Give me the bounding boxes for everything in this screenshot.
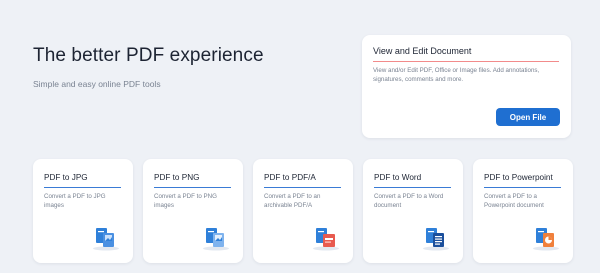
tool-card-divider	[154, 187, 231, 188]
tool-card-description: Convert a PDF to PNG images	[154, 193, 217, 209]
tool-card-title: PDF to Word	[374, 173, 422, 182]
tool-card-description: Convert a PDF to a Powerpoint document	[484, 193, 544, 209]
tool-card-title: PDF to PNG	[154, 173, 200, 182]
tool-card-title: PDF to PDF/A	[264, 173, 316, 182]
tool-card-description: Convert a PDF to JPG images	[44, 193, 106, 209]
pdf-to-png-icon	[203, 228, 229, 251]
pdf-to-pdfa-icon	[313, 228, 339, 251]
view-edit-description: View and/or Edit PDF, Office or Image fi…	[373, 67, 540, 83]
tool-card-divider	[44, 187, 121, 188]
pdf-to-jpg-icon	[93, 228, 119, 251]
hero-title: The better PDF experience	[33, 45, 264, 66]
tools-row: PDF to JPG Convert a PDF to JPG images P…	[33, 159, 573, 263]
tool-card-pdf-to-pdfa[interactable]: PDF to PDF/A Convert a PDF to an archiva…	[253, 159, 353, 263]
tool-card-title: PDF to JPG	[44, 173, 88, 182]
tool-card-title: PDF to Powerpoint	[484, 173, 553, 182]
tool-card-divider	[374, 187, 451, 188]
tool-card-pdf-to-jpg[interactable]: PDF to JPG Convert a PDF to JPG images	[33, 159, 133, 263]
tool-card-pdf-to-powerpoint[interactable]: PDF to Powerpoint Convert a PDF to a Pow…	[473, 159, 573, 263]
tool-card-description: Convert a PDF to an archivable PDF/A	[264, 193, 321, 209]
pdf-to-powerpoint-icon	[533, 228, 559, 251]
tool-card-divider	[484, 187, 561, 188]
tool-card-description: Convert a PDF to a Word document	[374, 193, 444, 209]
tool-card-pdf-to-word[interactable]: PDF to Word Convert a PDF to a Word docu…	[363, 159, 463, 263]
tool-card-divider	[264, 187, 341, 188]
view-edit-divider	[373, 61, 559, 62]
view-edit-document-card: View and Edit Document View and/or Edit …	[362, 35, 571, 138]
hero-subtitle: Simple and easy online PDF tools	[33, 79, 161, 89]
open-file-button[interactable]: Open File	[496, 108, 560, 126]
view-edit-title: View and Edit Document	[373, 46, 472, 56]
pdf-to-word-icon	[423, 228, 449, 251]
tool-card-pdf-to-png[interactable]: PDF to PNG Convert a PDF to PNG images	[143, 159, 243, 263]
